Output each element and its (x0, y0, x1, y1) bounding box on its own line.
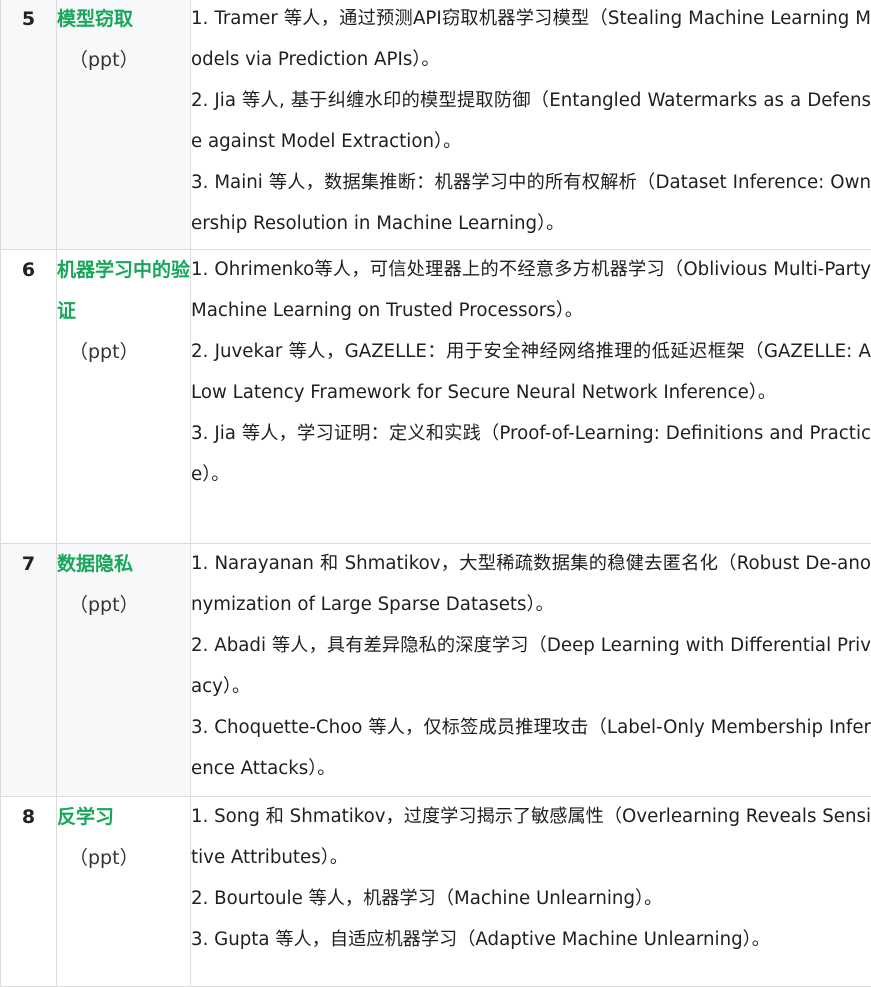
reading-list: 1. Song 和 Shmatikov，过度学习揭示了敏感属性（Overlear… (191, 797, 871, 987)
lecture-number: 8 (1, 797, 57, 987)
table-row: 8 反学习 （ppt） 1. Song 和 Shmatikov，过度学习揭示了敏… (1, 797, 871, 987)
reading-list: 1. Ohrimenko等人，可信处理器上的不经意多方机器学习（Obliviou… (191, 250, 871, 544)
paper-entry: 3. Gupta 等人，自适应机器学习（Adaptive Machine Unl… (191, 920, 871, 961)
topic-title[interactable]: 机器学习中的验证 (57, 250, 190, 332)
lecture-number: 7 (1, 544, 57, 797)
topic-slides-tag: （ppt） (57, 332, 190, 373)
paper-entry: 2. Juvekar 等人，GAZELLE：用于安全神经网络推理的低延迟框架（G… (191, 332, 871, 414)
paper-entry: 3. Choquette-Choo 等人，仅标签成员推理攻击（Label-Onl… (191, 708, 871, 790)
topic-slides-tag: （ppt） (57, 585, 190, 626)
table-row: 6 机器学习中的验证 （ppt） 1. Ohrimenko等人，可信处理器上的不… (1, 250, 871, 544)
reading-list: 1. Tramer 等人，通过预测API窃取机器学习模型（Stealing Ma… (191, 0, 871, 250)
paper-entry: 1. Song 和 Shmatikov，过度学习揭示了敏感属性（Overlear… (191, 797, 871, 879)
topic-title[interactable]: 数据隐私 (57, 544, 190, 585)
topic-title[interactable]: 反学习 (57, 797, 190, 838)
paper-entry: 1. Narayanan 和 Shmatikov，大型稀疏数据集的稳健去匿名化（… (191, 544, 871, 626)
paper-entry: 1. Ohrimenko等人，可信处理器上的不经意多方机器学习（Obliviou… (191, 250, 871, 332)
topic-cell: 反学习 （ppt） (57, 797, 191, 987)
paper-entry: 2. Bourtoule 等人，机器学习（Machine Unlearning）… (191, 879, 871, 920)
table-row: 7 数据隐私 （ppt） 1. Narayanan 和 Shmatikov，大型… (1, 544, 871, 797)
reading-list: 1. Narayanan 和 Shmatikov，大型稀疏数据集的稳健去匿名化（… (191, 544, 871, 797)
paper-entry: 3. Jia 等人，学习证明：定义和实践（Proof-of-Learning: … (191, 414, 871, 496)
lecture-number: 5 (1, 0, 57, 250)
table-row: 5 模型窃取 （ppt） 1. Tramer 等人，通过预测API窃取机器学习模… (1, 0, 871, 250)
topic-slides-tag: （ppt） (57, 838, 190, 879)
syllabus-table: 5 模型窃取 （ppt） 1. Tramer 等人，通过预测API窃取机器学习模… (0, 0, 871, 987)
topic-cell: 机器学习中的验证 （ppt） (57, 250, 191, 544)
paper-entry: 3. Maini 等人，数据集推断：机器学习中的所有权解析（Dataset In… (191, 163, 871, 245)
paper-entry: 2. Jia 等人, 基于纠缠水印的模型提取防御（Entangled Water… (191, 81, 871, 163)
lecture-number: 6 (1, 250, 57, 544)
paper-entry: 1. Tramer 等人，通过预测API窃取机器学习模型（Stealing Ma… (191, 0, 871, 81)
topic-slides-tag: （ppt） (57, 40, 190, 81)
topic-cell: 模型窃取 （ppt） (57, 0, 191, 250)
topic-title[interactable]: 模型窃取 (57, 0, 190, 40)
topic-cell: 数据隐私 （ppt） (57, 544, 191, 797)
paper-entry: 2. Abadi 等人，具有差异隐私的深度学习（Deep Learning wi… (191, 626, 871, 708)
